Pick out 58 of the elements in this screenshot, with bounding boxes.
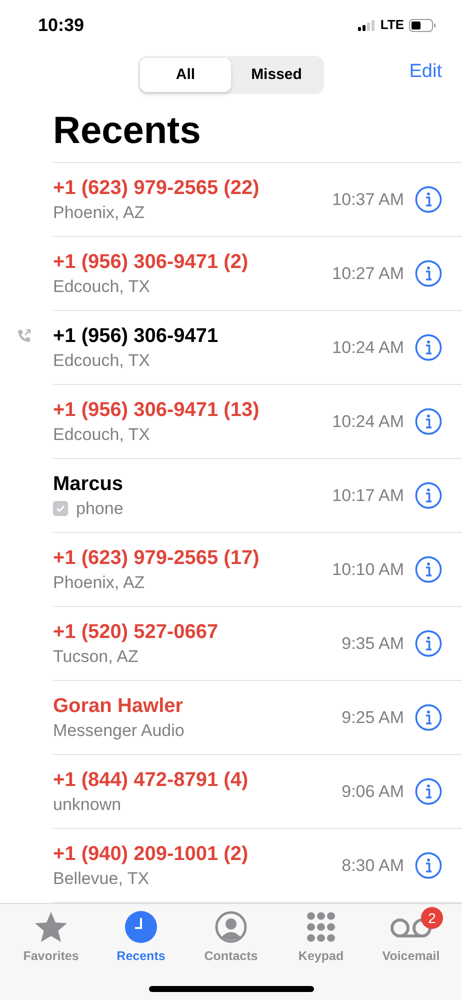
- info-icon[interactable]: [415, 482, 442, 509]
- call-time: 9:06 AM: [342, 780, 404, 803]
- call-time: 9:25 AM: [342, 706, 404, 729]
- caller-name: +1 (520) 527-0667: [53, 620, 220, 644]
- caller-name: +1 (956) 306-9471 (2): [53, 250, 250, 274]
- caller-name: +1 (940) 209-1001 (2): [53, 842, 250, 866]
- call-subtitle: Bellevue, TX: [53, 868, 150, 890]
- info-icon[interactable]: [415, 778, 442, 805]
- clock-icon: [125, 911, 157, 943]
- info-icon[interactable]: [415, 186, 442, 213]
- page-title: Recents: [52, 109, 202, 154]
- call-time: 10:17 AM: [332, 484, 404, 507]
- call-subtitle: Messenger Audio: [53, 720, 184, 742]
- edit-button[interactable]: Edit: [409, 58, 442, 86]
- info-icon[interactable]: [415, 260, 442, 287]
- call-time: 10:37 AM: [332, 188, 404, 211]
- clock-time: 10:39: [38, 14, 84, 36]
- info-icon[interactable]: [415, 556, 442, 583]
- info-icon[interactable]: [415, 852, 442, 879]
- signal-icon: [358, 20, 376, 30]
- network-label: LTE: [380, 16, 404, 34]
- segment-tab[interactable]: Missed: [231, 58, 322, 92]
- tab-bar-item[interactable]: Recents: [101, 909, 181, 966]
- person-icon: [215, 911, 247, 943]
- call-subtitle: Phoenix, AZ: [53, 572, 145, 594]
- badge-count: 2: [421, 907, 443, 929]
- info-icon[interactable]: [415, 630, 442, 657]
- keypad-icon: [305, 911, 337, 943]
- call-time: 8:30 AM: [342, 854, 404, 877]
- caller-name: Goran Hawler: [53, 694, 184, 718]
- call-subtitle: Tucson, AZ: [53, 646, 138, 668]
- info-icon[interactable]: [415, 408, 442, 435]
- call-subtitle: Edcouch, TX: [53, 350, 150, 372]
- call-time: 9:35 AM: [342, 632, 404, 655]
- caller-name: Marcus: [53, 472, 124, 496]
- caller-name: +1 (956) 306-9471 (13): [53, 398, 260, 422]
- info-icon[interactable]: [415, 334, 442, 361]
- star-icon: [34, 911, 68, 943]
- tab-bar-item[interactable]: Contacts: [191, 909, 271, 966]
- call-time: 10:27 AM: [332, 262, 404, 285]
- call-subtitle: unknown: [53, 794, 122, 816]
- battery-icon: [409, 18, 436, 32]
- call-time: 10:24 AM: [332, 410, 404, 433]
- call-time: 10:24 AM: [332, 336, 404, 359]
- caller-name: +1 (844) 472-8791 (4): [53, 768, 250, 792]
- call-subtitle: Edcouch, TX: [53, 276, 150, 298]
- call-subtitle: Phoenix, AZ: [53, 202, 145, 224]
- info-icon[interactable]: [415, 704, 442, 731]
- tab-bar-item[interactable]: Voicemail 2: [371, 909, 451, 966]
- segment-tab[interactable]: All: [140, 58, 231, 92]
- caller-name: +1 (956) 306-9471: [53, 324, 220, 348]
- call-time: 10:10 AM: [332, 558, 404, 581]
- tab-bar-item[interactable]: Favorites: [11, 909, 91, 966]
- call-subtitle: phone: [76, 498, 124, 520]
- caller-name: +1 (623) 979-2565 (17): [53, 546, 260, 570]
- caller-name: +1 (623) 979-2565 (22): [53, 176, 260, 200]
- tab-bar-item[interactable]: Keypad: [281, 909, 361, 966]
- call-subtitle: Edcouch, TX: [53, 424, 150, 446]
